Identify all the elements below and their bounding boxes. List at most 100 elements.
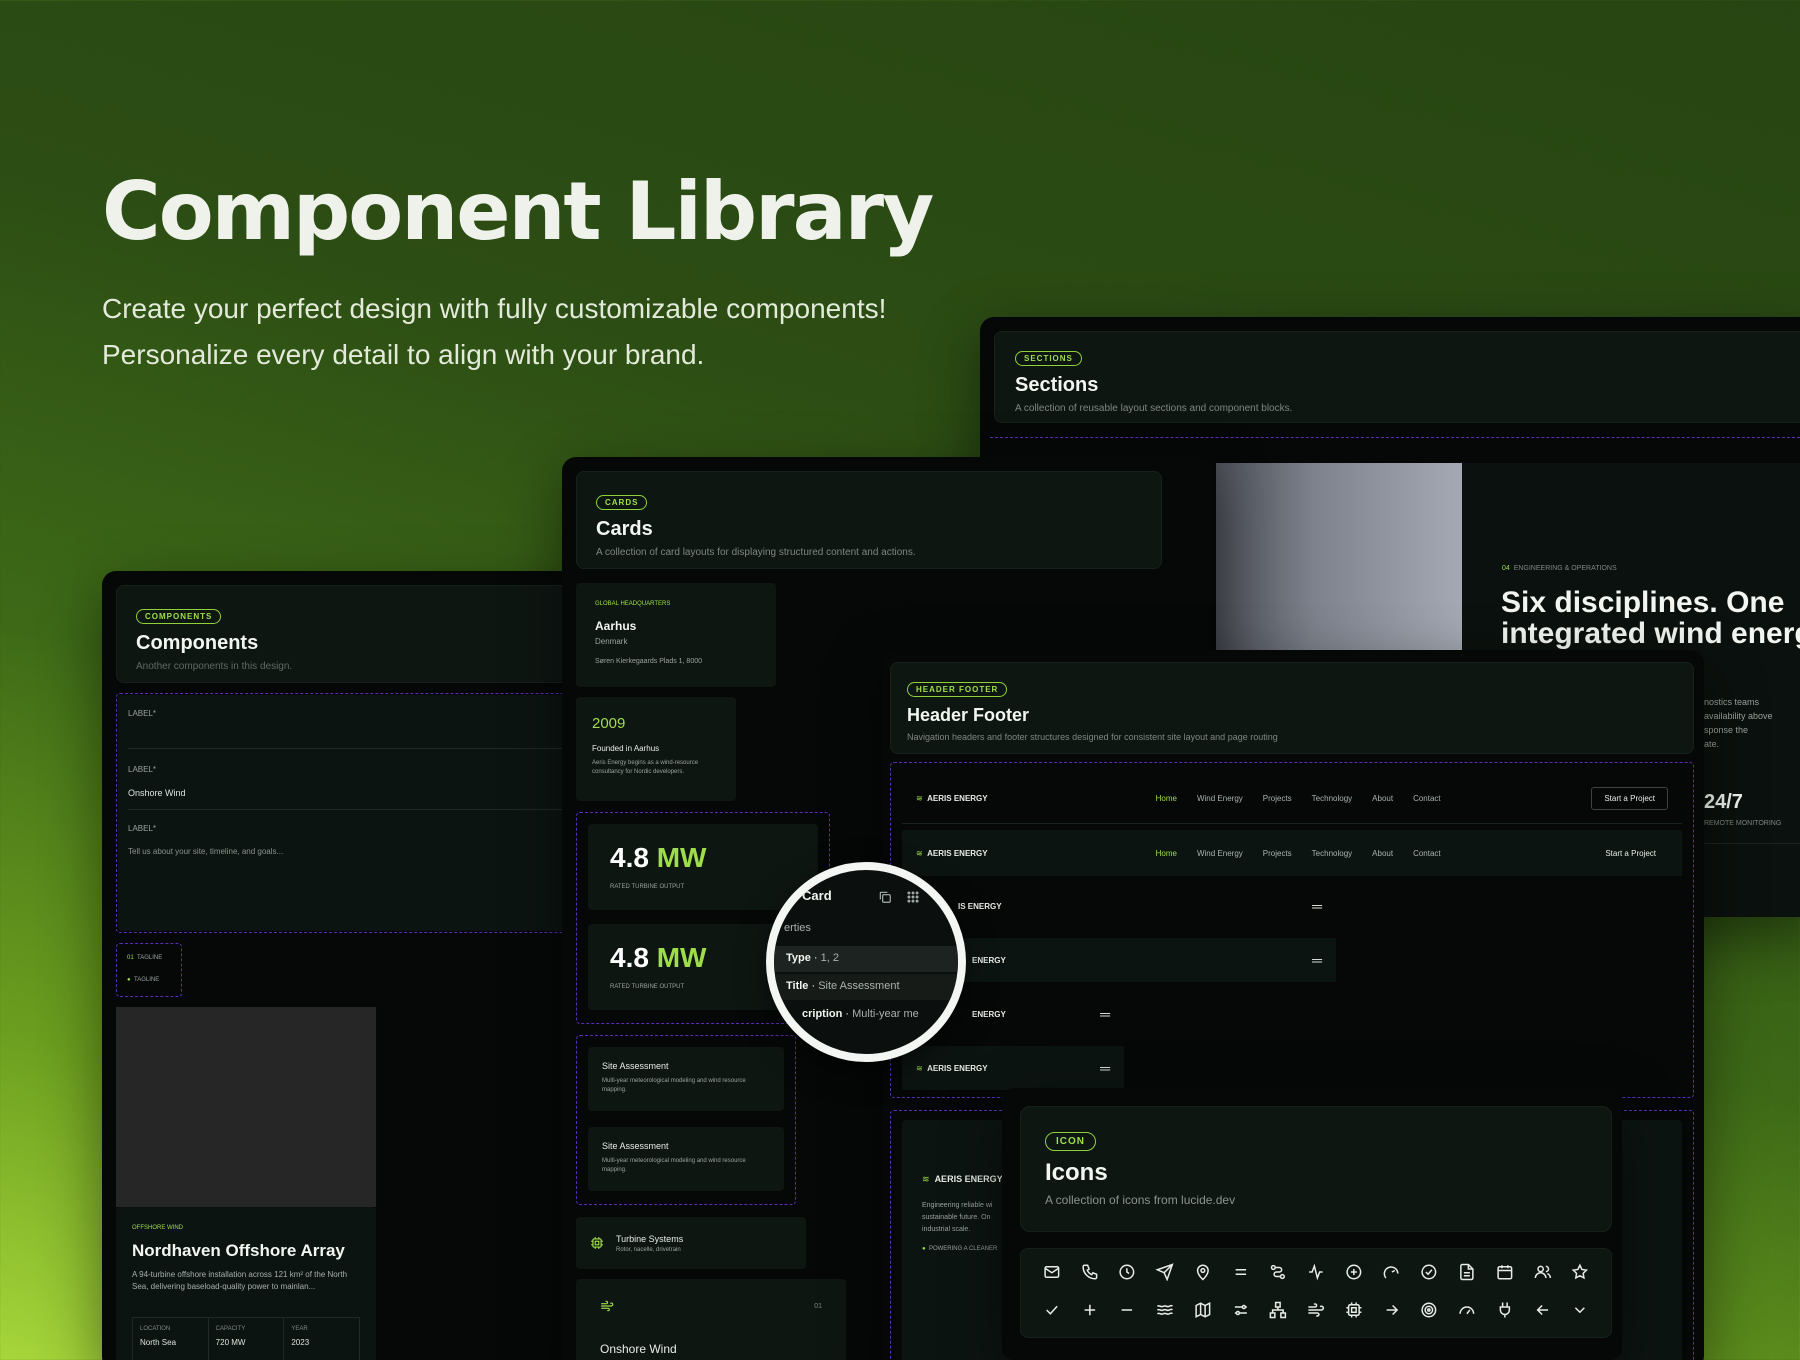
nav-projects-1[interactable]: Projects	[1263, 794, 1292, 803]
hf-title: Header Footer	[907, 705, 1030, 725]
menu-icon[interactable]: ═	[1100, 1060, 1110, 1076]
sections-tag: SECTIONS	[1015, 351, 1082, 366]
phone-icon	[1082, 1264, 1098, 1280]
footer-text-3: industrial scale.	[922, 1226, 971, 1233]
section-stat: 24/7	[1704, 791, 1743, 813]
hq-city: Aarhus	[595, 619, 637, 633]
turbine-card[interactable]: Turbine Systems Rotor, nacelle, drivetrai…	[576, 1217, 806, 1269]
cpu-icon	[1346, 1302, 1362, 1318]
plus-icon	[1084, 1304, 1095, 1316]
components-tag: COMPONENTS	[136, 609, 222, 624]
onshore-num: 01	[814, 1303, 822, 1310]
field-input-1[interactable]	[128, 723, 622, 749]
nav-contact-1[interactable]: Contact	[1413, 794, 1441, 803]
magnifier-row-3[interactable]: cription · Multi-year me	[774, 1002, 958, 1028]
gauge-icon	[1383, 1266, 1399, 1279]
magnifier-props: erties	[784, 922, 811, 934]
network-icon	[1270, 1301, 1287, 1319]
tagline-label: TAGLINE	[137, 955, 163, 961]
turbine-desc: Rotor, nacelle, drivetrain	[616, 1246, 681, 1253]
menu-icon[interactable]: ═	[1100, 1006, 1110, 1022]
file-text-icon	[1460, 1263, 1474, 1281]
nav-wind-2[interactable]: Wind Energy	[1197, 849, 1243, 858]
founded-desc: Aeris Energy begins as a wind-resource c…	[592, 760, 699, 775]
hero-title: Component Library	[102, 165, 934, 258]
navbar-6: ≋ AERIS ENERGY ═	[902, 1046, 1124, 1090]
onshore-card[interactable]: 01 Onshore Wind	[576, 1279, 846, 1360]
section-side-1: nostics teams	[1704, 697, 1760, 707]
project-title: Nordhaven Offshore Array	[132, 1241, 345, 1260]
magnifier-row-1[interactable]: Type · 1, 2	[774, 946, 958, 972]
sections-title: Sections	[1015, 374, 1099, 396]
chevron-down-icon	[1575, 1307, 1586, 1314]
stat-value-2: 4.8	[610, 942, 649, 973]
plus-circle-icon	[1346, 1264, 1362, 1280]
site-desc-1: Multi-year meteorological modeling and w…	[602, 1078, 746, 1093]
section-eyebrow-num: 04	[1502, 565, 1510, 572]
plug-icon	[1499, 1302, 1510, 1318]
navbar-3: IS ENERGY ═	[902, 884, 1336, 928]
nav-tech-2[interactable]: Technology	[1312, 849, 1352, 858]
section-eyebrow-label: ENGINEERING & OPERATIONS	[1513, 565, 1617, 572]
minus-icon	[1122, 1309, 1133, 1311]
start-project-button-1[interactable]: Start a Project	[1591, 787, 1668, 810]
wind-icon	[1308, 1303, 1325, 1317]
field-label-3: LABEL*	[128, 824, 157, 833]
onshore-title: Onshore Wind	[600, 1342, 677, 1356]
field-label-2: LABEL*	[128, 765, 157, 774]
wind-icon: ≋	[916, 794, 923, 803]
clock-icon	[1119, 1264, 1135, 1280]
section-side-2: availability above	[1704, 711, 1773, 721]
site-title-2: Site Assessment	[602, 1141, 669, 1151]
nav-brand-4: ENERGY	[972, 955, 1006, 965]
cards-desc: A collection of card layouts for display…	[596, 547, 916, 558]
hq-eyebrow: GLOBAL HEADQUARTERS	[595, 601, 671, 607]
equal-icon	[1235, 1269, 1246, 1275]
hf-tag: HEADER FOOTER	[907, 682, 1008, 697]
nav-brand-2: AERIS ENERGY	[927, 848, 988, 858]
nav-brand-6: AERIS ENERGY	[927, 1063, 988, 1073]
nav-wind-1[interactable]: Wind Energy	[1197, 794, 1243, 803]
icons-title: Icons	[1045, 1159, 1108, 1186]
arrow-left-icon	[1536, 1304, 1548, 1316]
nav-home-1[interactable]: Home	[1156, 794, 1177, 803]
field-label-1: LABEL*	[128, 709, 157, 718]
nav-about-2[interactable]: About	[1372, 849, 1393, 858]
send-icon	[1155, 1263, 1174, 1281]
footer-bullet: POWERING A CLEANER	[928, 1246, 998, 1252]
section-side-4: ate.	[1704, 739, 1720, 749]
turbine-title: Turbine Systems	[616, 1233, 684, 1244]
grid-icon[interactable]	[906, 890, 920, 904]
star-icon	[1571, 1263, 1589, 1280]
components-title: Components	[136, 632, 259, 654]
meta-val-2: 2023	[291, 1338, 310, 1347]
stat-unit-2: MW	[656, 942, 707, 973]
field-textarea-3[interactable]: Tell us about your site, timeline, and g…	[128, 847, 283, 856]
magnifier-row-2[interactable]: Title · Site Assessment	[774, 974, 958, 1000]
site-card-2[interactable]: Site Assessment Multi-year meteorologica…	[588, 1127, 784, 1191]
menu-icon[interactable]: ═	[1312, 898, 1322, 914]
field-input-2[interactable]: Onshore Wind	[128, 788, 622, 810]
project-desc: A 94-turbine offshore installation acros…	[132, 1270, 348, 1291]
calendar-icon	[1497, 1265, 1513, 1280]
footer-text-1: Engineering reliable wi	[922, 1202, 993, 1209]
start-project-button-2[interactable]: Start a Project	[1593, 843, 1668, 864]
hq-card: GLOBAL HEADQUARTERS Aarhus Denmark Søren…	[576, 583, 776, 687]
project-eyebrow: OFFSHORE WIND	[132, 1225, 183, 1231]
copy-icon[interactable]	[878, 890, 892, 904]
components-desc: Another components in this design.	[136, 661, 293, 672]
waves-icon	[1157, 1304, 1174, 1315]
check-icon	[1046, 1305, 1058, 1315]
stat-value-1: 4.8	[610, 842, 649, 873]
check-circle-icon	[1421, 1264, 1437, 1280]
nav-brand-3: IS ENERGY	[958, 901, 1002, 911]
site-card-1[interactable]: Site Assessment Multi-year meteorologica…	[588, 1047, 784, 1111]
nav-contact-2[interactable]: Contact	[1413, 849, 1441, 858]
hero-subtitle: Create your perfect design with fully cu…	[102, 293, 887, 370]
nav-home-2[interactable]: Home	[1156, 849, 1177, 858]
activity-icon	[1309, 1263, 1323, 1281]
nav-projects-2[interactable]: Projects	[1263, 849, 1292, 858]
nav-tech-1[interactable]: Technology	[1312, 794, 1352, 803]
nav-about-1[interactable]: About	[1372, 794, 1393, 803]
menu-icon[interactable]: ═	[1312, 952, 1322, 968]
